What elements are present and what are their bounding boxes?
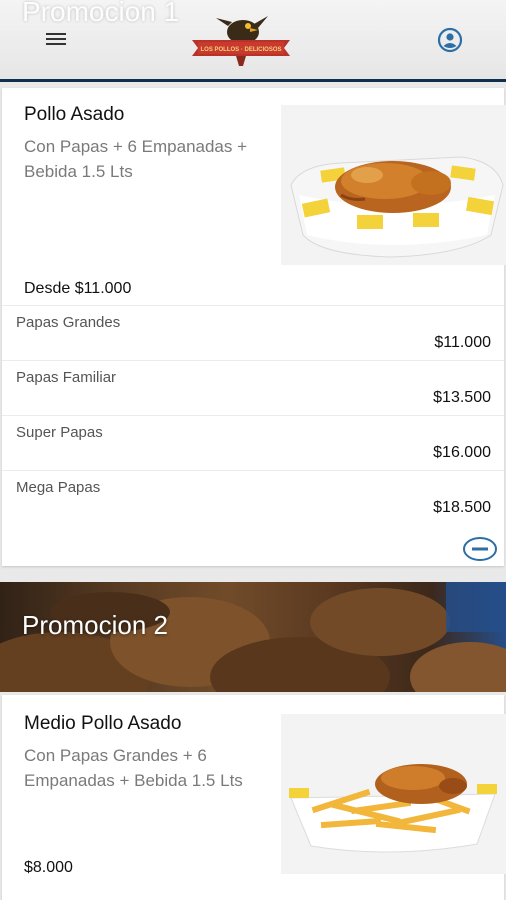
option-row[interactable]: Papas Grandes $11.000 [2,305,504,360]
svg-text:LOS POLLOS · DELICIOSOS: LOS POLLOS · DELICIOSOS [200,47,281,53]
roast-chicken-basket-image [281,105,506,265]
product-price: $8.000 [24,859,73,876]
option-name: Papas Familiar [16,369,117,386]
option-name: Papas Grandes [16,314,121,331]
promo-banner: Promocion 2 [0,582,506,692]
option-name: Mega Papas [16,479,101,496]
app-header: Promocion 1 LOS POLLOS · DELICIOSOS [0,0,506,82]
option-row[interactable]: Papas Familiar $13.500 [2,360,504,415]
option-row[interactable]: Mega Papas $18.500 [2,470,504,525]
product-title: Medio Pollo Asado [24,713,182,734]
header-section-title: Promocion 1 [22,0,180,27]
user-account-icon[interactable] [437,27,463,53]
product-price: Desde $11.000 [24,280,132,297]
option-name: Super Papas [16,424,103,441]
minus-circle-icon[interactable] [462,536,498,562]
product-description: Con Papas + 6 Empanadas + Bebida 1.5 Lts [24,137,248,181]
option-price: $13.500 [433,389,491,406]
product-card[interactable]: Medio Pollo Asado Con Papas Grandes + 6 … [2,695,506,900]
option-row[interactable]: Super Papas $16.000 [2,415,504,470]
product-description: Con Papas Grandes + 6 Empanadas + Bebida… [24,746,243,790]
hamburger-menu-icon[interactable] [46,30,66,48]
restaurant-logo-icon: LOS POLLOS · DELICIOSOS [192,16,290,66]
product-title: Pollo Asado [24,104,125,125]
half-chicken-fries-tray-image [281,714,506,874]
promo-title: Promocion 2 [22,610,168,640]
option-price: $18.500 [433,499,491,516]
option-price: $16.000 [433,444,491,461]
option-price: $11.000 [434,334,491,351]
product-card[interactable]: Pollo Asado Con Papas + 6 Empanadas + Be… [2,88,506,566]
